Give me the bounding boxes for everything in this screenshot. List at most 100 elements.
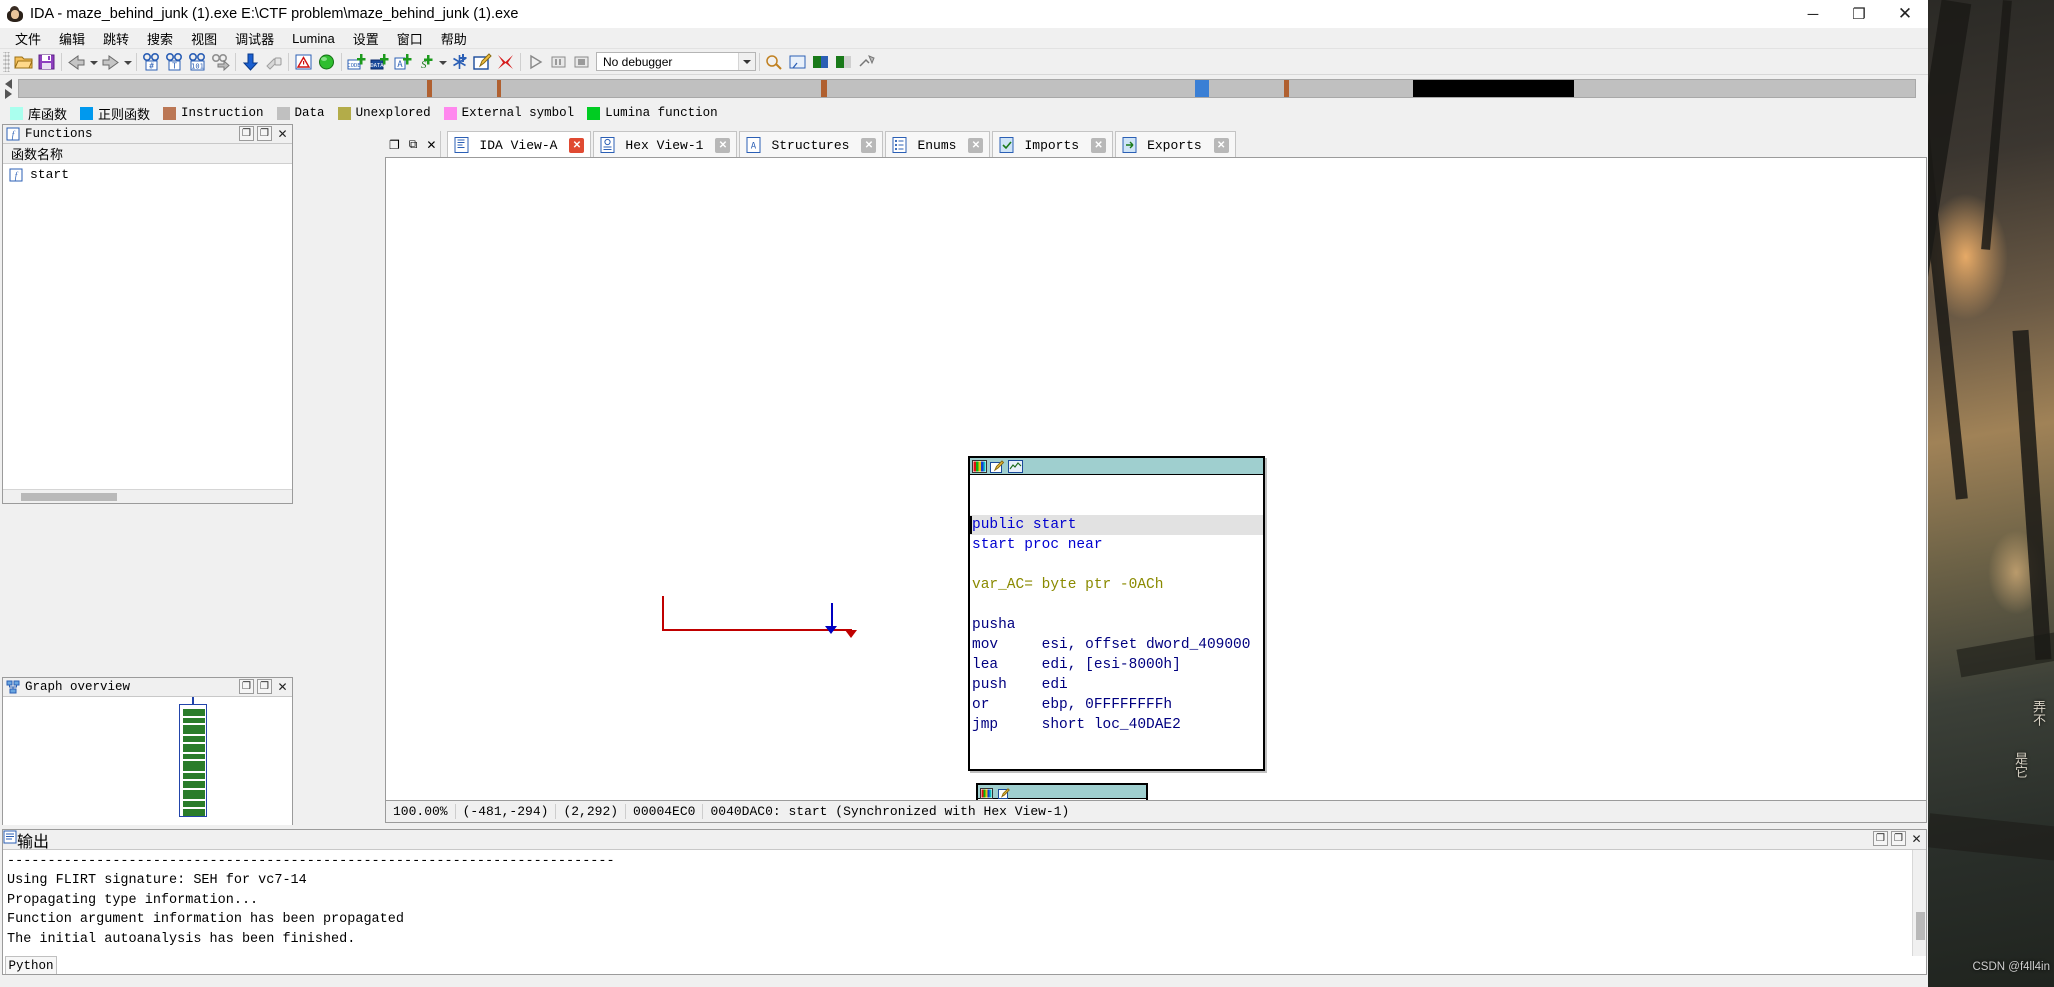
graph-overview-float-button[interactable]: ❐ <box>239 679 254 694</box>
tab-dock-button[interactable]: ⧉ <box>409 137 418 152</box>
close-icon[interactable]: ✕ <box>861 137 877 153</box>
code-line[interactable]: start proc near <box>970 535 1263 555</box>
graph-overview-viewport[interactable] <box>179 704 207 817</box>
code-line[interactable] <box>970 555 1263 575</box>
disassembly-node-partial-titlebar[interactable] <box>978 785 1146 799</box>
functions-horizontal-scrollbar[interactable] <box>3 489 292 503</box>
menu-search[interactable]: 搜索 <box>138 27 182 50</box>
functions-close-button[interactable]: ✕ <box>275 126 290 141</box>
tab-imports[interactable]: Imports ✕ <box>992 131 1114 158</box>
code-line[interactable]: or ebp, 0FFFFFFFFh <box>970 695 1263 715</box>
maximize-button[interactable]: ❐ <box>1836 0 1882 28</box>
code-line[interactable]: public start <box>970 515 1263 535</box>
search-binary-icon[interactable]: 101 <box>187 52 208 72</box>
back-dropdown-icon[interactable] <box>88 52 99 72</box>
functions-float-button[interactable]: ❐ <box>239 126 254 141</box>
process-options-icon[interactable] <box>787 52 808 72</box>
output-log[interactable]: IDAPython v7.4.0 final (serial 0) (c) Th… <box>3 850 1926 956</box>
list-item[interactable]: f start <box>3 164 292 185</box>
code-line[interactable]: mov esi, offset dword_409000 <box>970 635 1263 655</box>
forward-dropdown-icon[interactable] <box>122 52 133 72</box>
graph-overview-dock-button[interactable]: ❐ <box>257 679 272 694</box>
no-debug-icon[interactable] <box>263 52 284 72</box>
tab-enums[interactable]: Enums ✕ <box>885 131 991 158</box>
warning-icon[interactable] <box>293 52 314 72</box>
pause-icon[interactable] <box>548 52 569 72</box>
edit-node-icon[interactable] <box>998 786 1013 799</box>
edit-node-icon[interactable] <box>990 459 1005 473</box>
functions-column-header[interactable]: 函数名称 <box>3 144 292 164</box>
menu-view[interactable]: 视图 <box>182 27 226 50</box>
code-line[interactable]: var_AC= byte ptr -0ACh <box>970 575 1263 595</box>
close-icon[interactable]: ✕ <box>1091 137 1107 153</box>
breakpoints-icon[interactable] <box>810 52 831 72</box>
code-line[interactable] <box>970 495 1263 515</box>
chevron-down-icon[interactable] <box>738 53 755 70</box>
code-line[interactable]: jmp short loc_40DAE2 <box>970 715 1263 735</box>
disassembly-node[interactable]: public start start proc near var_AC= byte … <box>968 456 1265 771</box>
forward-arrow-icon[interactable] <box>100 52 121 72</box>
menu-jump[interactable]: 跳转 <box>94 27 138 50</box>
output-vertical-scrollbar[interactable] <box>1912 850 1926 956</box>
code-line[interactable]: push edi <box>970 675 1263 695</box>
edit-func-icon[interactable] <box>472 52 493 72</box>
graph-overview-canvas[interactable] <box>3 697 292 825</box>
green-sphere-icon[interactable] <box>316 52 337 72</box>
make-data-icon[interactable]: DATA <box>369 52 390 72</box>
run-icon[interactable] <box>525 52 546 72</box>
make-struct-dropdown-icon[interactable] <box>437 52 448 72</box>
menu-lumina[interactable]: Lumina <box>283 29 344 48</box>
make-struct-icon[interactable]: S <box>415 52 436 72</box>
functions-dock-button[interactable]: ❐ <box>257 126 272 141</box>
output-float-button[interactable]: ❐ <box>1873 831 1888 846</box>
color-palette-icon[interactable] <box>972 459 987 473</box>
tab-ida-view-a[interactable]: IDA View-A ✕ <box>447 131 592 158</box>
output-dock-button[interactable]: ❐ <box>1891 831 1906 846</box>
navigation-band[interactable] <box>18 78 1916 98</box>
close-icon[interactable]: ✕ <box>569 137 585 153</box>
menu-help[interactable]: 帮助 <box>432 27 476 50</box>
python-tab[interactable]: Python <box>5 956 57 974</box>
disassembly-code[interactable]: public start start proc near var_AC= byte … <box>970 475 1263 735</box>
minimize-button[interactable]: ─ <box>1790 0 1836 28</box>
scrollbar-thumb[interactable] <box>1916 912 1925 940</box>
scrollbar-thumb[interactable] <box>21 493 117 501</box>
menu-options[interactable]: 设置 <box>344 27 388 50</box>
menu-debugger[interactable]: 调试器 <box>226 27 283 50</box>
close-button[interactable]: ✕ <box>1882 0 1928 28</box>
code-line[interactable]: pusha <box>970 615 1263 635</box>
open-folder-icon[interactable] <box>13 52 34 72</box>
color-palette-icon[interactable] <box>980 786 995 799</box>
tab-close-button[interactable]: ✕ <box>426 138 436 152</box>
disassembly-node-titlebar[interactable] <box>970 458 1263 475</box>
menu-edit[interactable]: 编辑 <box>50 27 94 50</box>
menu-windows[interactable]: 窗口 <box>388 27 432 50</box>
menu-file[interactable]: 文件 <box>6 27 50 50</box>
graph-overview-close-button[interactable]: ✕ <box>275 679 290 694</box>
tracing-icon[interactable] <box>856 52 877 72</box>
make-code-icon[interactable]: CODE <box>346 52 367 72</box>
undefine-icon[interactable] <box>495 52 516 72</box>
graph-node-icon[interactable] <box>1008 459 1023 473</box>
code-line[interactable]: lea edi, [esi-8000h] <box>970 655 1263 675</box>
tab-restore-button[interactable]: ❐ <box>389 138 400 152</box>
watch-icon[interactable] <box>833 52 854 72</box>
search-text-icon[interactable]: T <box>164 52 185 72</box>
close-icon[interactable]: ✕ <box>968 137 984 153</box>
close-icon[interactable]: ✕ <box>715 137 731 153</box>
search-next-icon[interactable] <box>210 52 231 72</box>
toolbar-grip[interactable] <box>3 51 10 72</box>
tab-hex-view-1[interactable]: Hex View-1 ✕ <box>593 131 738 158</box>
make-array-icon[interactable] <box>449 52 470 72</box>
code-line[interactable] <box>970 595 1263 615</box>
search-hex-icon[interactable]: # <box>141 52 162 72</box>
save-icon[interactable] <box>36 52 57 72</box>
back-arrow-icon[interactable] <box>66 52 87 72</box>
debugger-select[interactable]: No debugger <box>596 52 756 71</box>
code-line[interactable] <box>970 475 1263 495</box>
ida-graph-view[interactable]: public start start proc near var_AC= byte … <box>385 157 1927 801</box>
navband-arrows[interactable] <box>0 77 18 99</box>
stop-icon[interactable] <box>571 52 592 72</box>
make-ascii-icon[interactable]: A <box>392 52 413 72</box>
disassembly-node-partial[interactable] <box>976 783 1148 800</box>
